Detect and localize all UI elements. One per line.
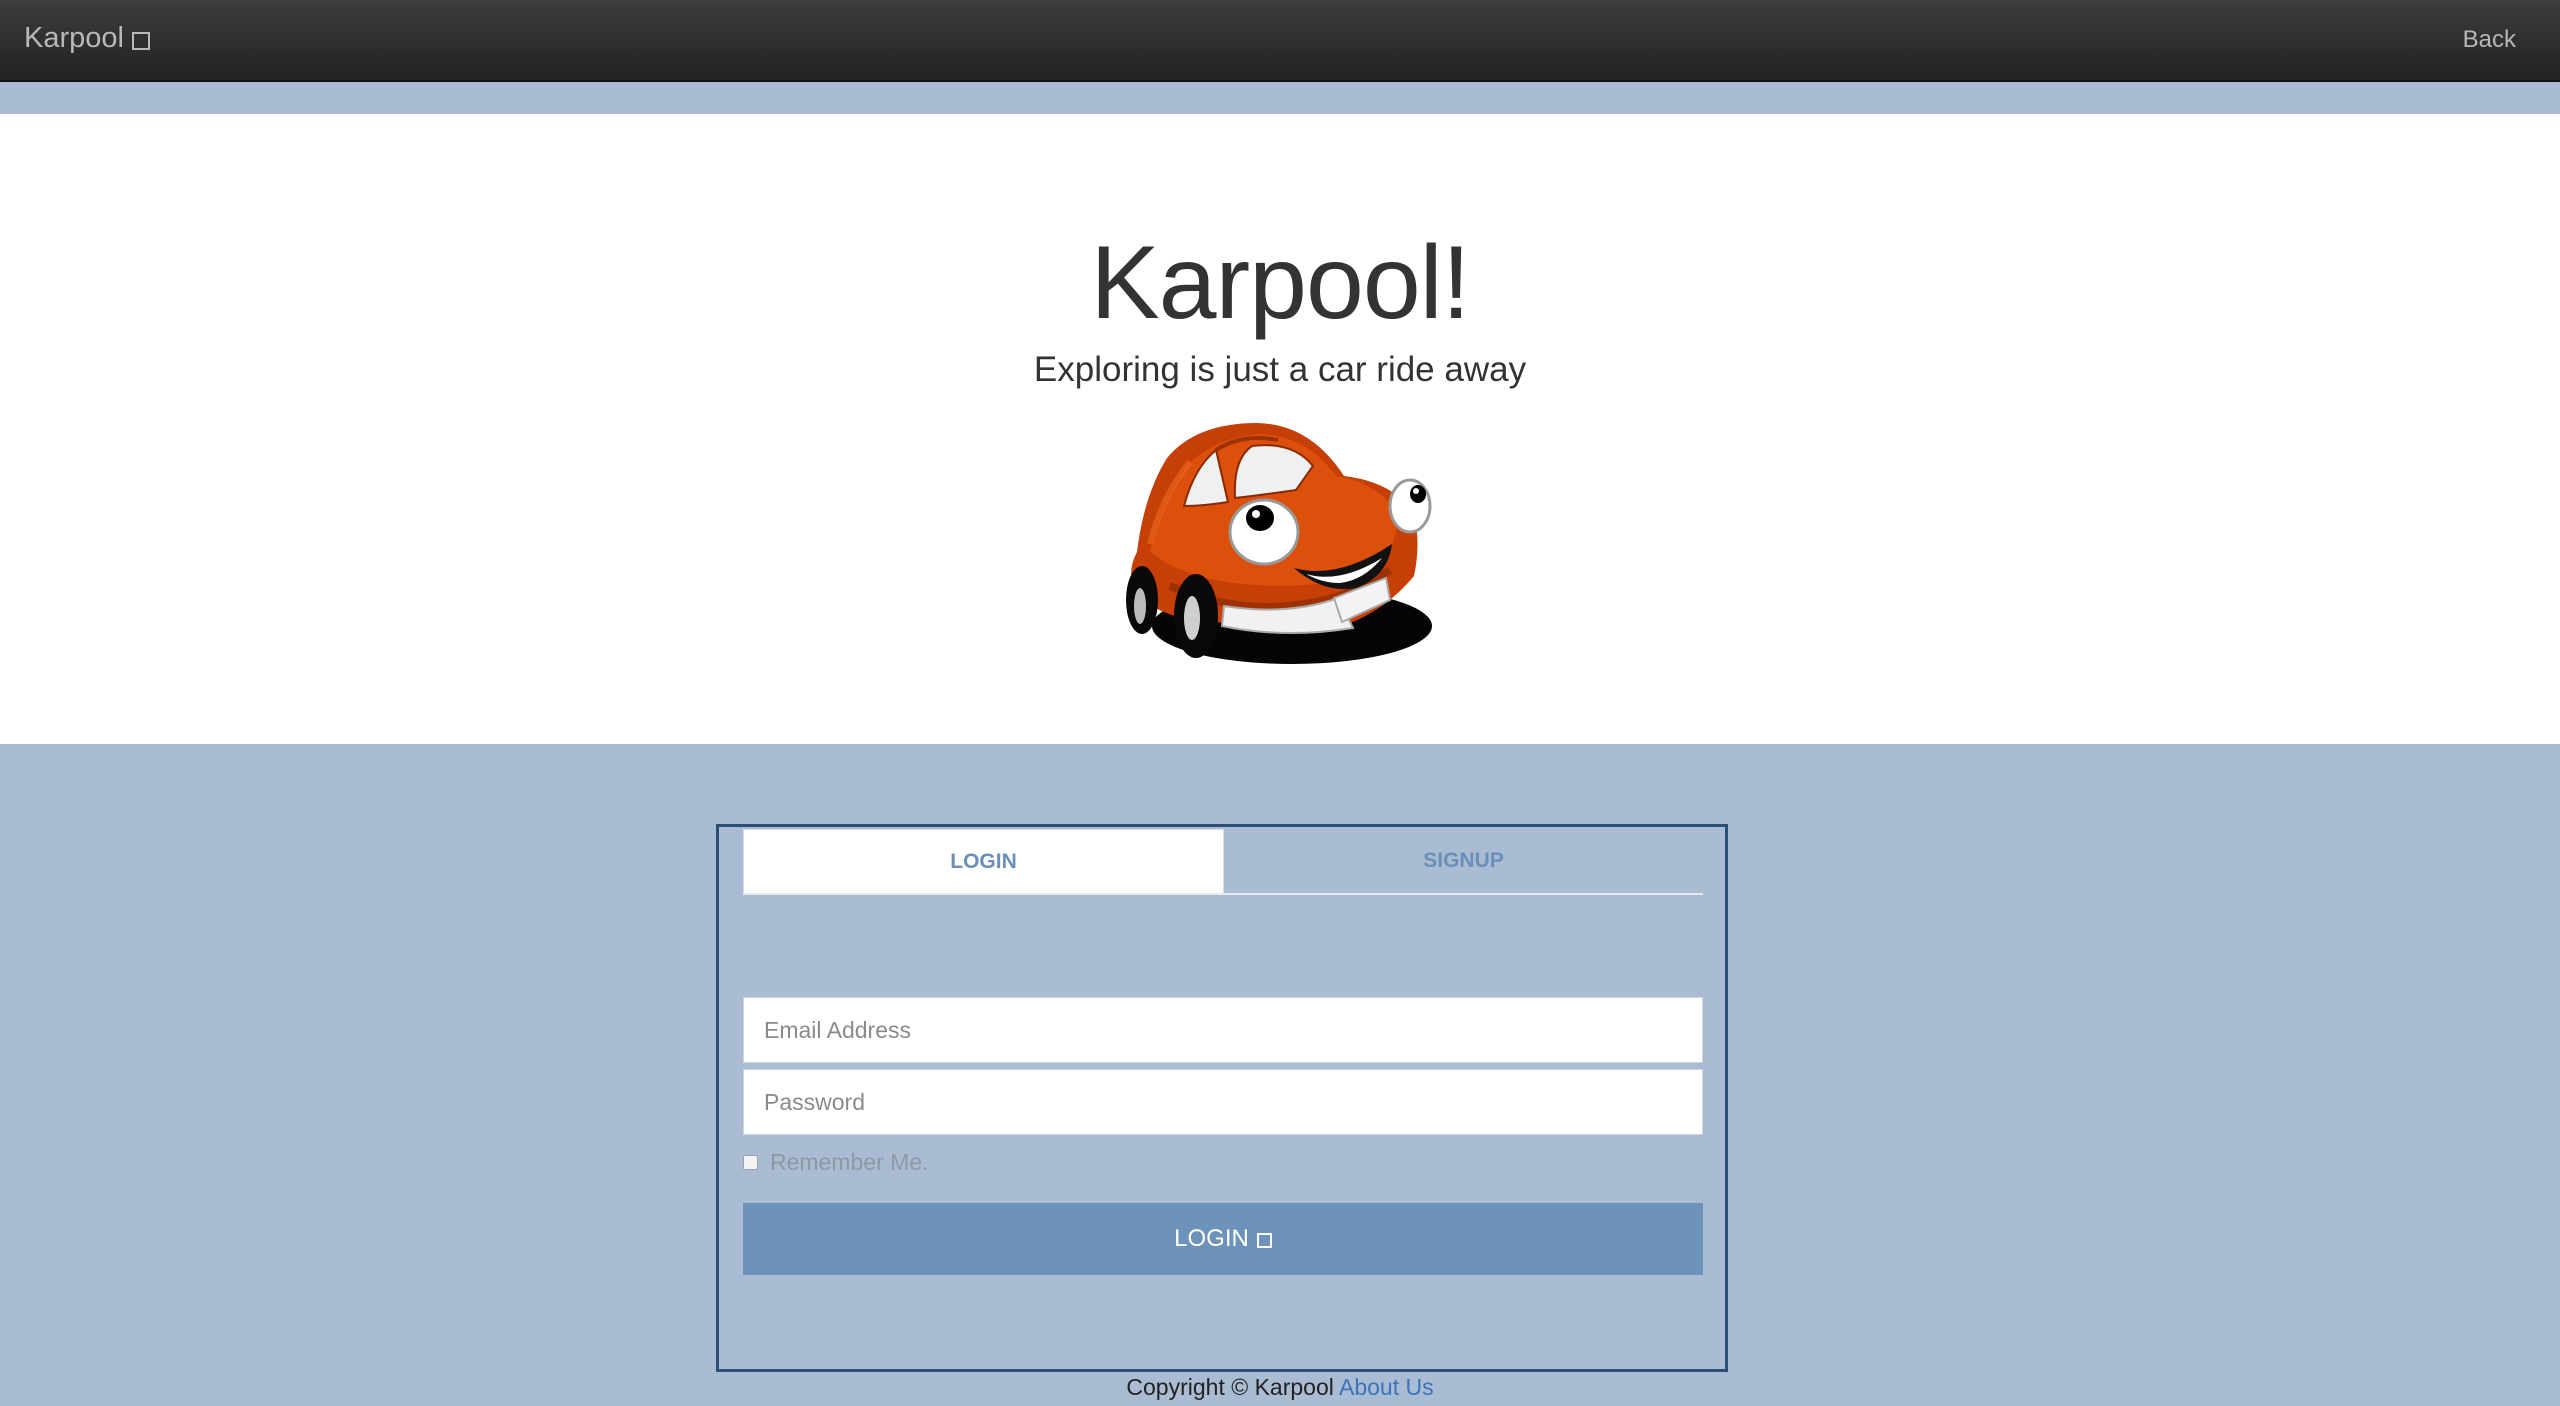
password-field[interactable]: [743, 1069, 1703, 1135]
remember-me-label: Remember Me.: [770, 1149, 929, 1175]
email-field[interactable]: [743, 997, 1703, 1063]
brand-link[interactable]: Karpool: [24, 22, 150, 55]
login-button[interactable]: LOGIN: [743, 1203, 1703, 1275]
car-illustration: [1126, 423, 1432, 664]
tab-login[interactable]: LOGIN: [743, 829, 1224, 893]
remember-me-checkbox[interactable]: [743, 1155, 758, 1170]
hero-title: Karpool!: [1090, 225, 1470, 341]
footer: Copyright © Karpool About Us: [0, 1374, 2560, 1401]
auth-tabs: LOGIN SIGNUP: [743, 829, 1703, 895]
copyright-text: Copyright © Karpool: [1126, 1374, 1334, 1400]
back-link[interactable]: Back: [2463, 26, 2516, 54]
hero-section: Karpool! Exploring is just a car ride aw…: [0, 114, 2560, 744]
square-icon: [1256, 1233, 1272, 1248]
hero-subtitle: Exploring is just a car ride away: [1033, 350, 1527, 389]
tab-signup[interactable]: SIGNUP: [1224, 829, 1703, 893]
top-navbar: Karpool Back: [0, 0, 2560, 82]
about-us-link[interactable]: About Us: [1339, 1374, 1434, 1400]
login-button-label: LOGIN: [1174, 1225, 1249, 1252]
auth-panel: LOGIN SIGNUP Remember Me. LOGIN: [716, 824, 1728, 1372]
remember-me: Remember Me.: [743, 1149, 928, 1176]
brand-name: Karpool: [24, 22, 124, 54]
square-icon: [131, 31, 150, 50]
